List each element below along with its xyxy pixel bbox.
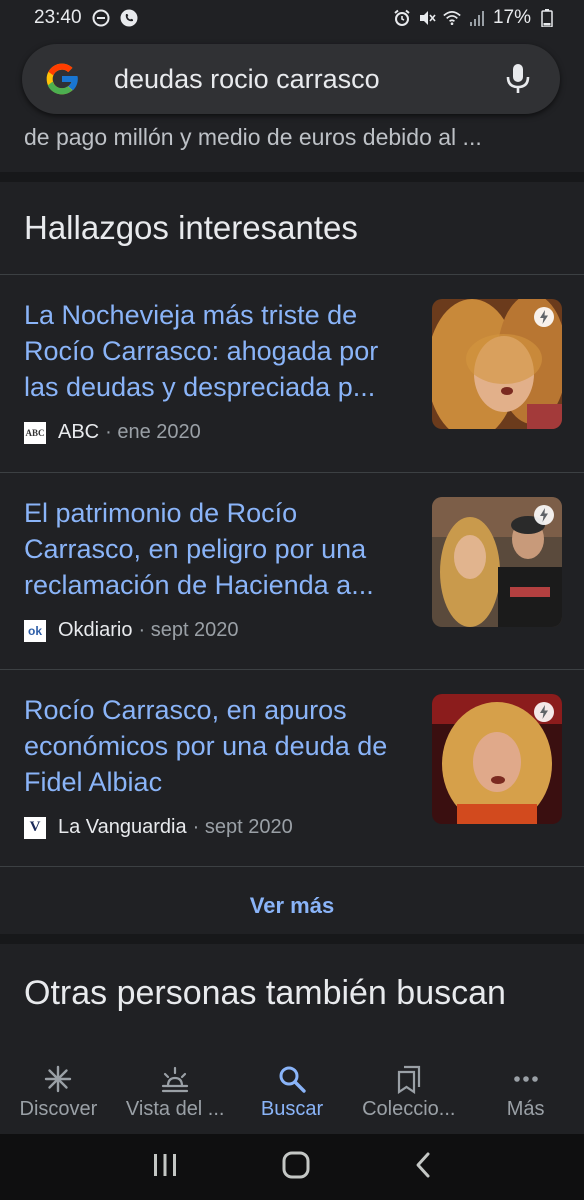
source-name: ABC bbox=[58, 421, 100, 443]
abc-favicon-icon: ABC bbox=[24, 421, 46, 444]
article-date: · sept 2020 bbox=[138, 619, 239, 641]
article-card[interactable]: Rocío Carrasco, en apuros económicos por… bbox=[0, 670, 584, 867]
section-separator bbox=[0, 172, 584, 182]
sunrise-icon bbox=[160, 1064, 190, 1094]
system-navigation-bar bbox=[0, 1134, 584, 1200]
battery-icon bbox=[538, 9, 556, 27]
article-source: V La Vanguardia · sept 2020 bbox=[24, 816, 293, 839]
mute-icon bbox=[418, 9, 436, 27]
search-bar[interactable]: deudas rocio carrasco bbox=[22, 44, 560, 114]
article-thumbnail[interactable] bbox=[432, 299, 562, 429]
article-thumbnail[interactable] bbox=[432, 497, 562, 627]
phone-call-icon bbox=[120, 9, 138, 27]
home-icon[interactable] bbox=[281, 1150, 311, 1185]
article-title[interactable]: Rocío Carrasco, en apuros económicos por… bbox=[24, 692, 416, 800]
la-vanguardia-favicon-icon: V bbox=[24, 816, 46, 839]
article-card[interactable]: El patrimonio de Rocío Carrasco, en peli… bbox=[0, 473, 584, 670]
source-name: Okdiario bbox=[58, 619, 133, 641]
article-title[interactable]: El patrimonio de Rocío Carrasco, en peli… bbox=[24, 495, 416, 603]
divider bbox=[0, 866, 584, 867]
nav-collections[interactable]: Coleccio... bbox=[350, 1056, 467, 1134]
wifi-icon bbox=[443, 9, 461, 27]
alarm-icon bbox=[393, 9, 411, 27]
amp-icon bbox=[534, 505, 554, 525]
article-date: · ene 2020 bbox=[105, 421, 201, 443]
collections-icon bbox=[394, 1064, 424, 1094]
related-searches-title: Otras personas también buscan bbox=[24, 974, 506, 1012]
recent-apps-icon[interactable] bbox=[151, 1152, 179, 1183]
article-thumbnail[interactable] bbox=[432, 694, 562, 824]
search-query[interactable]: deudas rocio carrasco bbox=[114, 64, 504, 95]
section-separator bbox=[0, 934, 584, 944]
nav-search[interactable]: Buscar bbox=[234, 1056, 351, 1134]
signal-icon bbox=[468, 9, 486, 27]
nav-updates[interactable]: Vista del ... bbox=[117, 1056, 234, 1134]
nav-more[interactable]: Más bbox=[467, 1056, 584, 1134]
back-icon[interactable] bbox=[413, 1151, 433, 1184]
nav-discover[interactable]: Discover bbox=[0, 1056, 117, 1134]
asterisk-icon bbox=[43, 1064, 73, 1094]
amp-icon bbox=[534, 702, 554, 722]
battery-percent: 17% bbox=[492, 7, 531, 28]
status-time: 23:40 bbox=[34, 7, 82, 28]
section-title: Hallazgos interesantes bbox=[24, 209, 358, 246]
google-logo-icon bbox=[42, 59, 82, 99]
microphone-icon[interactable] bbox=[504, 62, 532, 96]
do-not-disturb-icon bbox=[92, 9, 110, 27]
search-icon bbox=[277, 1064, 307, 1094]
article-title[interactable]: La Nochevieja más triste de Rocío Carras… bbox=[24, 297, 416, 405]
result-snippet: de pago millón y medio de euros debido a… bbox=[24, 124, 482, 150]
article-card[interactable]: La Nochevieja más triste de Rocío Carras… bbox=[0, 275, 584, 472]
article-source: ok Okdiario · sept 2020 bbox=[24, 619, 239, 642]
article-date: · sept 2020 bbox=[192, 816, 293, 838]
amp-icon bbox=[534, 307, 554, 327]
more-dots-icon bbox=[511, 1064, 541, 1094]
bottom-navigation: Discover Vista del ... Buscar Coleccio..… bbox=[0, 1056, 584, 1134]
see-more-button[interactable]: Ver más bbox=[0, 893, 584, 919]
status-bar: 23:40 17% bbox=[0, 0, 584, 36]
okdiario-favicon-icon: ok bbox=[24, 619, 46, 642]
article-source: ABC ABC · ene 2020 bbox=[24, 421, 201, 444]
source-name: La Vanguardia bbox=[58, 816, 187, 838]
